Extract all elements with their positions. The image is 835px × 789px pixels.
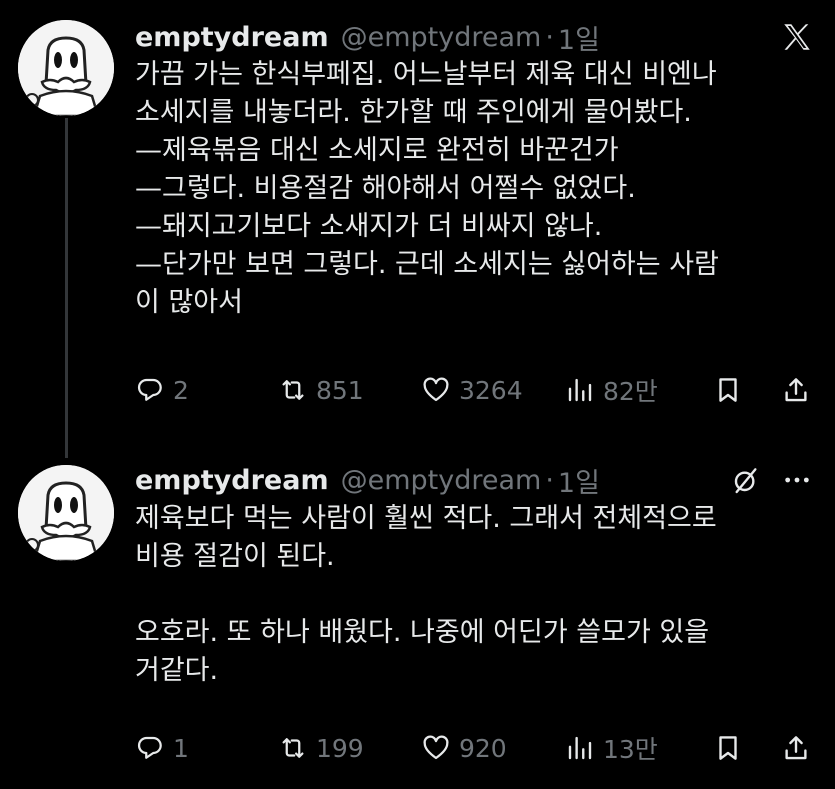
heart-icon [423, 377, 449, 402]
share-button[interactable] [781, 370, 811, 410]
timestamp[interactable]: 1일 [558, 18, 600, 57]
repost-button[interactable]: 851 [278, 370, 364, 410]
share-button[interactable] [781, 728, 811, 768]
views-button[interactable]: 13만 [565, 728, 658, 768]
tweet-text-line: —단가만 보면 그렇다. 근데 소세지는 싫어하는 사람 [135, 249, 719, 280]
grok-icon[interactable] [730, 464, 762, 500]
user-handle[interactable]: @emptydream [341, 465, 542, 496]
like-button[interactable]: 920 [421, 728, 507, 768]
tweet-header: emptydream @emptydream · 1일 [135, 460, 600, 500]
tweet-text: 제육보다 먹는 사람이 훨씬 적다. 그래서 전체적으로 비용 절감이 된다. … [135, 500, 815, 690]
tweet-text-line: 가끔 가는 한식부페집. 어느날부터 제육 대신 비엔나 [135, 59, 717, 90]
separator-dot: · [545, 21, 554, 53]
like-button[interactable]: 3264 [421, 370, 523, 410]
avatar[interactable] [18, 465, 114, 561]
display-name[interactable]: emptydream [135, 22, 329, 53]
tweet-actions: 1 199 920 13만 [135, 728, 815, 768]
bookmark-button[interactable] [713, 728, 743, 768]
views-button[interactable]: 82만 [565, 370, 658, 410]
x-logo-icon[interactable] [780, 20, 814, 58]
reply-count: 2 [173, 375, 189, 405]
tweet-text-line: 이 많아서 [135, 287, 243, 318]
tweet-text-line: —돼지고기보다 소새지가 더 비싸지 않나. [135, 211, 603, 242]
repost-icon [282, 380, 304, 400]
tweet-text-line: —그렇다. 비용절감 해야해서 어쩔수 없었다. [135, 173, 636, 204]
tweet-text-line: 제육보다 먹는 사람이 훨씬 적다. 그래서 전체적으로 [135, 503, 717, 534]
tweet-text-line: 거같다. [135, 655, 219, 686]
share-icon [785, 378, 807, 402]
reply-icon [137, 378, 162, 401]
views-count: 13만 [603, 735, 658, 764]
separator-dot: · [545, 464, 554, 496]
views-chart-icon [568, 378, 592, 402]
user-handle[interactable]: @emptydream [341, 22, 542, 53]
reply-count: 1 [173, 733, 189, 763]
display-name[interactable]: emptydream [135, 465, 329, 496]
views-chart-icon [568, 736, 592, 760]
avatar-face-icon [18, 465, 114, 561]
like-count: 920 [459, 733, 507, 763]
avatar-face-icon [18, 20, 114, 116]
like-count: 3264 [459, 375, 523, 405]
tweet-actions: 2 851 3264 82만 [135, 370, 815, 410]
repost-count: 199 [316, 733, 364, 763]
views-count: 82만 [603, 377, 658, 406]
tweet-header: emptydream @emptydream · 1일 [135, 17, 600, 57]
share-icon [785, 736, 807, 760]
heart-icon [423, 735, 449, 760]
bookmark-icon [719, 736, 737, 760]
timestamp[interactable]: 1일 [558, 461, 600, 500]
bookmark-icon [719, 378, 737, 402]
repost-count: 851 [316, 375, 364, 405]
tweet-text-line: 소세지를 내놓더라. 한가할 때 주인에게 물어봤다. [135, 97, 692, 128]
more-icon[interactable] [780, 464, 814, 500]
repost-icon [282, 738, 304, 758]
tweet-text-line: —제육볶음 대신 소세지로 완전히 바꾼건가 [135, 135, 619, 166]
tweet-text-line: 비용 절감이 된다. [135, 541, 335, 572]
reply-button[interactable]: 2 [135, 370, 189, 410]
reply-button[interactable]: 1 [135, 728, 189, 768]
bookmark-button[interactable] [713, 370, 743, 410]
thread-connector-line [65, 118, 68, 458]
avatar[interactable] [18, 20, 114, 116]
tweet-text-line: 오호라. 또 하나 배웠다. 나중에 어딘가 쓸모가 있을 [135, 617, 710, 648]
tweet-text: 가끔 가는 한식부페집. 어느날부터 제육 대신 비엔나 소세지를 내놓더라. … [135, 56, 815, 322]
reply-icon [137, 736, 162, 759]
repost-button[interactable]: 199 [278, 728, 364, 768]
